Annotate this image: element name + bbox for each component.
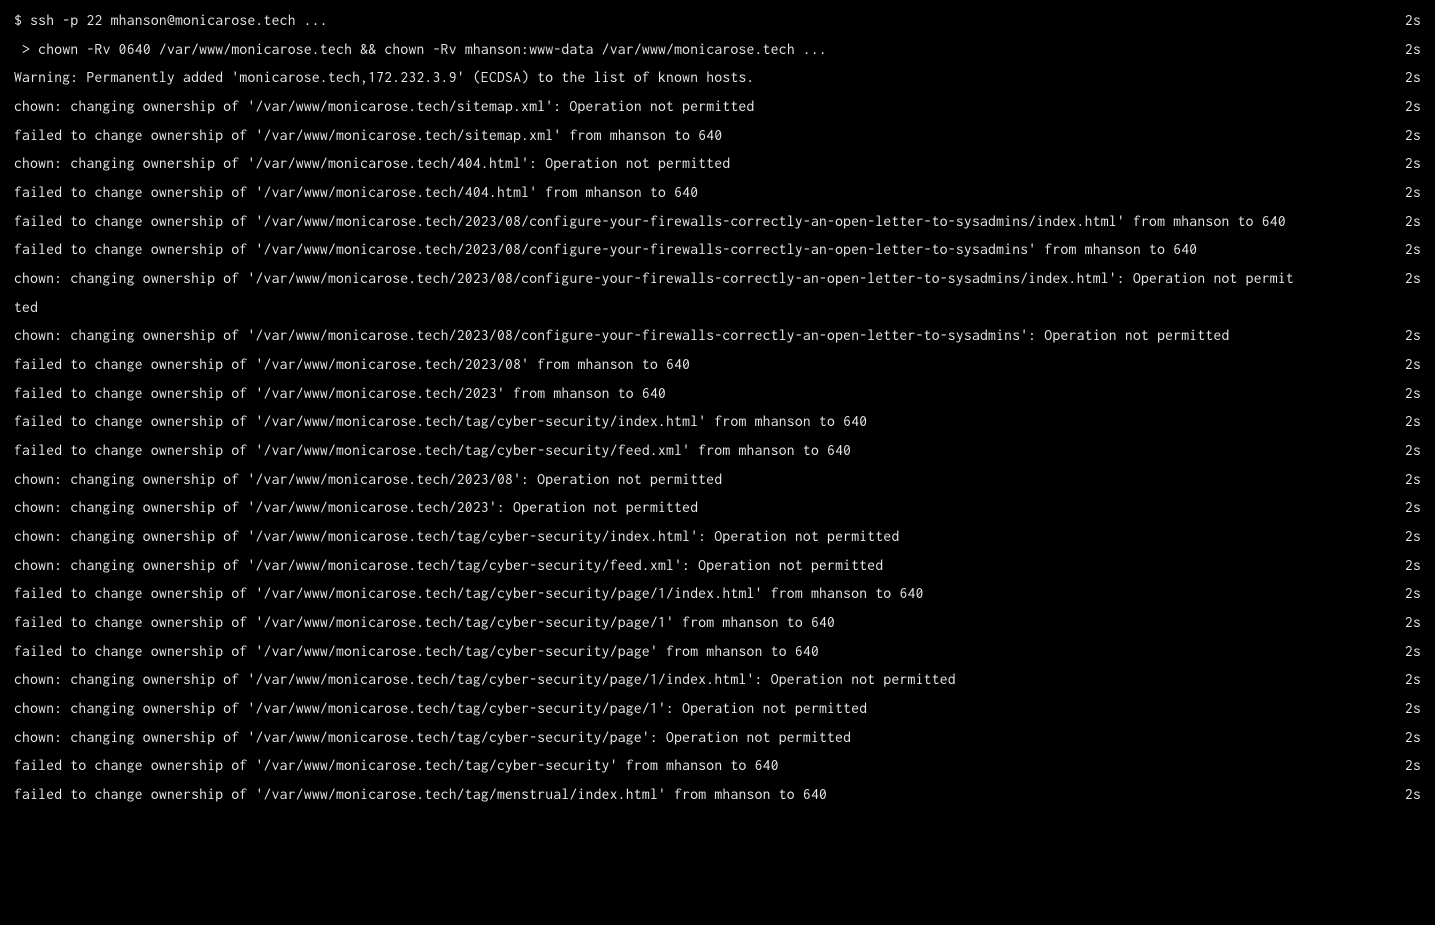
terminal-line-duration: 2s bbox=[1405, 723, 1421, 752]
terminal-line: failed to change ownership of '/var/www/… bbox=[14, 407, 1421, 436]
terminal-line-duration: 2s bbox=[1405, 551, 1421, 580]
terminal-line-text: chown: changing ownership of '/var/www/m… bbox=[14, 92, 1385, 121]
terminal-line-duration: 2s bbox=[1405, 522, 1421, 551]
terminal-line-text: $ ssh -p 22 mhanson@monicarose.tech ... bbox=[14, 6, 1385, 35]
terminal-line-duration: 2s bbox=[1405, 92, 1421, 121]
terminal-line-duration: 2s bbox=[1405, 178, 1421, 207]
terminal-line-text: chown: changing ownership of '/var/www/m… bbox=[14, 264, 1294, 321]
terminal-line-text: > chown -Rv 0640 /var/www/monicarose.tec… bbox=[14, 35, 1385, 64]
terminal-line-text: failed to change ownership of '/var/www/… bbox=[14, 579, 1385, 608]
terminal-line-text: failed to change ownership of '/var/www/… bbox=[14, 350, 1385, 379]
terminal-line-text: failed to change ownership of '/var/www/… bbox=[14, 637, 1385, 666]
terminal-line-text: failed to change ownership of '/var/www/… bbox=[14, 121, 1385, 150]
terminal-line: chown: changing ownership of '/var/www/m… bbox=[14, 92, 1421, 121]
terminal-line-text: Warning: Permanently added 'monicarose.t… bbox=[14, 63, 1385, 92]
terminal-line-duration: 2s bbox=[1405, 207, 1421, 236]
terminal-line-duration: 2s bbox=[1405, 121, 1421, 150]
terminal-line: failed to change ownership of '/var/www/… bbox=[14, 379, 1421, 408]
terminal-line: failed to change ownership of '/var/www/… bbox=[14, 608, 1421, 637]
terminal-line-text: failed to change ownership of '/var/www/… bbox=[14, 379, 1385, 408]
terminal-line-duration: 2s bbox=[1405, 6, 1421, 35]
terminal-line-text: failed to change ownership of '/var/www/… bbox=[14, 235, 1294, 264]
terminal-line: failed to change ownership of '/var/www/… bbox=[14, 350, 1421, 379]
terminal-line: failed to change ownership of '/var/www/… bbox=[14, 178, 1421, 207]
terminal-line: chown: changing ownership of '/var/www/m… bbox=[14, 665, 1421, 694]
terminal-line: failed to change ownership of '/var/www/… bbox=[14, 637, 1421, 666]
terminal-line-text: chown: changing ownership of '/var/www/m… bbox=[14, 665, 1385, 694]
terminal-line-text: chown: changing ownership of '/var/www/m… bbox=[14, 522, 1385, 551]
terminal-line: chown: changing ownership of '/var/www/m… bbox=[14, 694, 1421, 723]
terminal-line-text: chown: changing ownership of '/var/www/m… bbox=[14, 723, 1385, 752]
terminal-line: chown: changing ownership of '/var/www/m… bbox=[14, 723, 1421, 752]
terminal-line-text: failed to change ownership of '/var/www/… bbox=[14, 178, 1385, 207]
terminal-line-duration: 2s bbox=[1405, 493, 1421, 522]
terminal-line-duration: 2s bbox=[1405, 35, 1421, 64]
terminal-line: chown: changing ownership of '/var/www/m… bbox=[14, 465, 1421, 494]
terminal-line: chown: changing ownership of '/var/www/m… bbox=[14, 551, 1421, 580]
terminal-line-duration: 2s bbox=[1405, 637, 1421, 666]
terminal-line-text: failed to change ownership of '/var/www/… bbox=[14, 608, 1385, 637]
terminal-line-duration: 2s bbox=[1405, 608, 1421, 637]
terminal-line-duration: 2s bbox=[1405, 149, 1421, 178]
terminal-line-duration: 2s bbox=[1405, 264, 1421, 293]
terminal-line-duration: 2s bbox=[1405, 436, 1421, 465]
terminal-line: $ ssh -p 22 mhanson@monicarose.tech ... 2… bbox=[14, 6, 1421, 35]
terminal-line-duration: 2s bbox=[1405, 780, 1421, 809]
terminal-line: failed to change ownership of '/var/www/… bbox=[14, 780, 1421, 809]
terminal-line-text: chown: changing ownership of '/var/www/m… bbox=[14, 694, 1385, 723]
terminal-line: > chown -Rv 0640 /var/www/monicarose.tec… bbox=[14, 35, 1421, 64]
terminal-line: failed to change ownership of '/var/www/… bbox=[14, 436, 1421, 465]
terminal-line-text: failed to change ownership of '/var/www/… bbox=[14, 436, 1385, 465]
terminal-line-duration: 2s bbox=[1405, 694, 1421, 723]
terminal-line-text: chown: changing ownership of '/var/www/m… bbox=[14, 321, 1294, 350]
terminal-line: failed to change ownership of '/var/www/… bbox=[14, 235, 1421, 264]
terminal-output[interactable]: $ ssh -p 22 mhanson@monicarose.tech ... 2… bbox=[14, 6, 1421, 809]
terminal-line: chown: changing ownership of '/var/www/m… bbox=[14, 522, 1421, 551]
terminal-line-duration: 2s bbox=[1405, 235, 1421, 264]
terminal-line: Warning: Permanently added 'monicarose.t… bbox=[14, 63, 1421, 92]
terminal-line-text: failed to change ownership of '/var/www/… bbox=[14, 407, 1385, 436]
terminal-line: chown: changing ownership of '/var/www/m… bbox=[14, 264, 1421, 321]
terminal-line-duration: 2s bbox=[1405, 350, 1421, 379]
terminal-line-duration: 2s bbox=[1405, 579, 1421, 608]
terminal-line-duration: 2s bbox=[1405, 751, 1421, 780]
terminal-line: chown: changing ownership of '/var/www/m… bbox=[14, 149, 1421, 178]
terminal-line-text: failed to change ownership of '/var/www/… bbox=[14, 751, 1385, 780]
terminal-line-duration: 2s bbox=[1405, 321, 1421, 350]
terminal-line-duration: 2s bbox=[1405, 465, 1421, 494]
terminal-line-duration: 2s bbox=[1405, 379, 1421, 408]
terminal-line: failed to change ownership of '/var/www/… bbox=[14, 579, 1421, 608]
terminal-line-text: chown: changing ownership of '/var/www/m… bbox=[14, 465, 1385, 494]
terminal-line-duration: 2s bbox=[1405, 63, 1421, 92]
terminal-line-text: chown: changing ownership of '/var/www/m… bbox=[14, 551, 1385, 580]
terminal-line: failed to change ownership of '/var/www/… bbox=[14, 751, 1421, 780]
terminal-line-text: chown: changing ownership of '/var/www/m… bbox=[14, 493, 1385, 522]
terminal-line: failed to change ownership of '/var/www/… bbox=[14, 207, 1421, 236]
terminal-line-duration: 2s bbox=[1405, 665, 1421, 694]
terminal-line-text: chown: changing ownership of '/var/www/m… bbox=[14, 149, 1385, 178]
terminal-line: failed to change ownership of '/var/www/… bbox=[14, 121, 1421, 150]
terminal-line-text: failed to change ownership of '/var/www/… bbox=[14, 207, 1294, 236]
terminal-line-text: failed to change ownership of '/var/www/… bbox=[14, 780, 1385, 809]
terminal-line: chown: changing ownership of '/var/www/m… bbox=[14, 493, 1421, 522]
terminal-line-duration: 2s bbox=[1405, 407, 1421, 436]
terminal-line: chown: changing ownership of '/var/www/m… bbox=[14, 321, 1421, 350]
